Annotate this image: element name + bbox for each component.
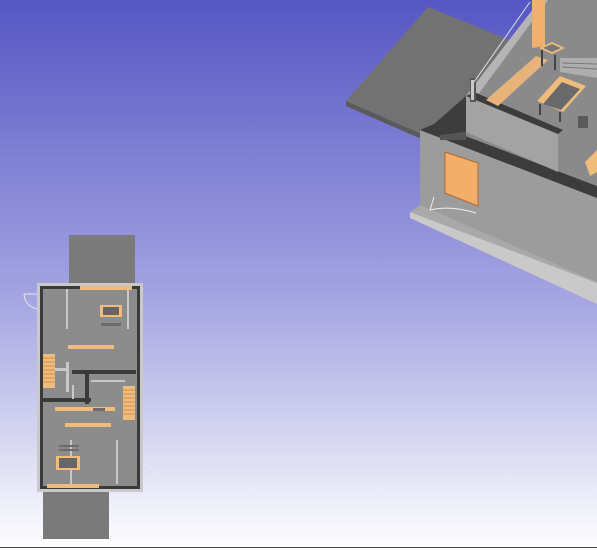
- plan-stairs-right-steps: [123, 389, 135, 415]
- plan-counter-middle: [55, 407, 115, 411]
- chair-box: [578, 116, 588, 128]
- plan-counter-upper: [68, 345, 114, 349]
- plan-stairs-left-steps: [43, 357, 55, 383]
- plan-wall-11: [116, 440, 118, 484]
- plan-window-bottom: [47, 484, 99, 488]
- plan-bench-lower-2: [59, 449, 79, 451]
- plan-table-upper-inlay: [103, 307, 119, 315]
- plan-terrace-bottom: [43, 489, 109, 539]
- plan-wall-8: [91, 380, 125, 382]
- plan-counter-detail: [93, 408, 105, 411]
- plan-wall-7: [66, 362, 69, 392]
- plan-wall-2: [127, 289, 129, 329]
- plan-table-lower-inlay: [59, 458, 77, 468]
- plan-wall-1: [66, 289, 68, 329]
- plan-counter-lower: [65, 423, 111, 427]
- plan-window-top: [80, 286, 132, 290]
- plan-bench-lower-1: [59, 445, 79, 447]
- scene-canvas[interactable]: [0, 0, 597, 551]
- plan-stairs-left: [43, 354, 55, 388]
- plan-bench-upper: [101, 323, 121, 326]
- bottom-border: [0, 547, 597, 548]
- viewport-3d[interactable]: [0, 0, 597, 551]
- plan-wall-9: [72, 385, 74, 399]
- plan-wall-4: [72, 370, 136, 374]
- door-post-highlight: [471, 80, 474, 100]
- plan-stairs-right: [123, 386, 135, 420]
- plan-terrace-top: [69, 235, 135, 286]
- plan-wall-6: [43, 398, 91, 402]
- wall-panel-wood: [532, 0, 545, 48]
